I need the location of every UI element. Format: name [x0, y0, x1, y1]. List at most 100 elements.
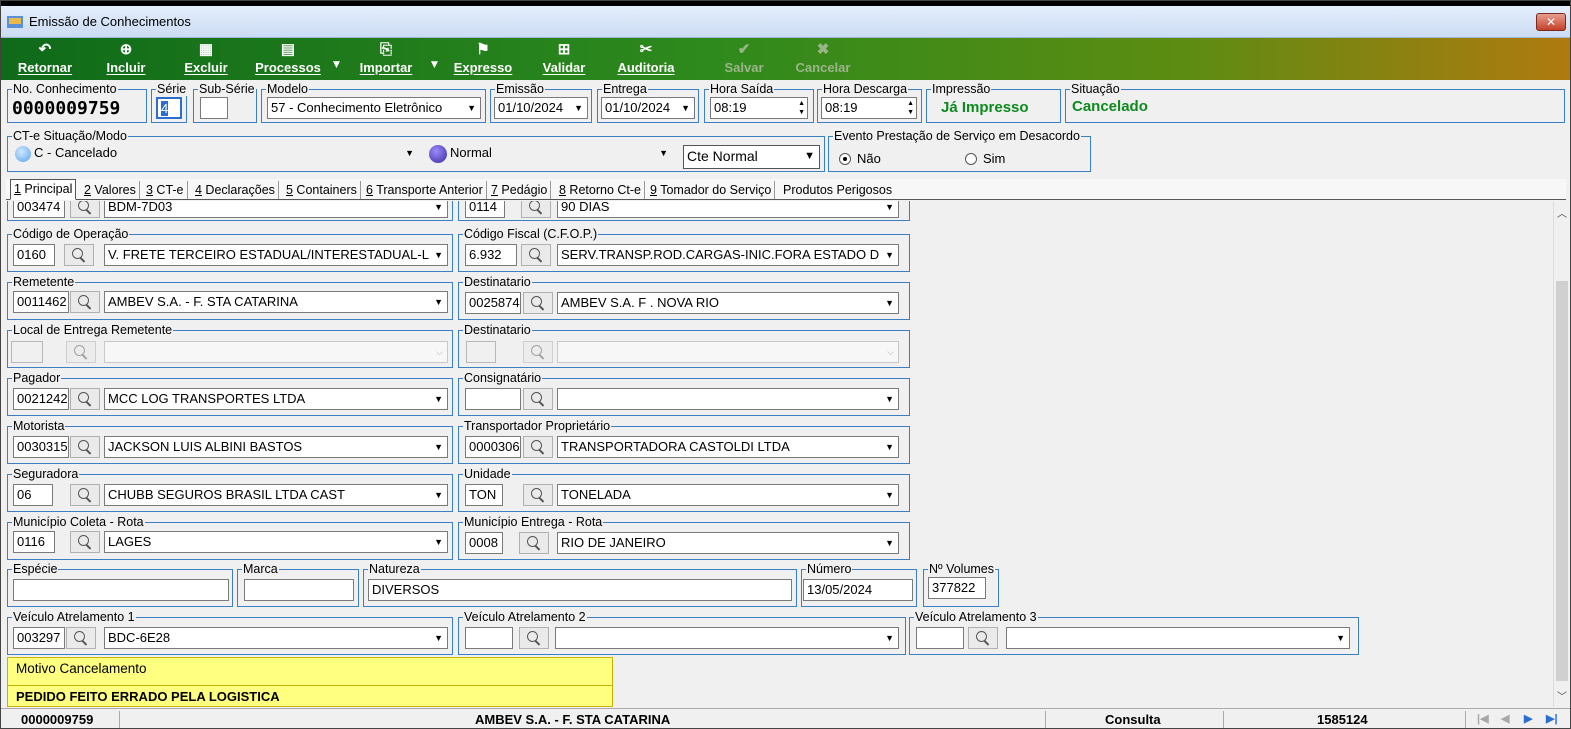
retornar-button[interactable]: ↶ Retornar	[13, 40, 77, 78]
consignatario-code[interactable]	[465, 388, 521, 410]
remetente-select[interactable]: AMBEV S.A. - F. STA CATARINA ▼	[104, 291, 448, 313]
cte-situacao-select[interactable]: C - Cancelado ▼	[12, 143, 418, 165]
lookup-button[interactable]	[66, 627, 96, 649]
destinatario-code[interactable]: 0025874	[465, 292, 521, 314]
lookup-button[interactable]	[70, 291, 100, 313]
lookup-button[interactable]	[519, 532, 549, 554]
spinner-icon[interactable]: ▲ ▼	[798, 99, 805, 117]
scrollbar-thumb[interactable]	[1556, 281, 1568, 681]
pagador-code[interactable]: 0021242	[13, 388, 69, 410]
municipio-coleta-code[interactable]: 0116	[13, 531, 55, 553]
serie-input[interactable]: 4	[156, 97, 182, 119]
codigo-operacao-code[interactable]: 0160	[13, 244, 55, 266]
auditoria-button[interactable]: ✂ Auditoria	[613, 40, 679, 78]
codigo-fiscal-select[interactable]: SERV.TRANSP.ROD.CARGAS-INIC.FORA ESTADO …	[557, 244, 899, 266]
hora-saida-input[interactable]: 08:19 ▲ ▼	[710, 97, 808, 119]
lookup-button[interactable]	[70, 201, 100, 218]
lookup-button[interactable]	[70, 484, 100, 506]
tab-principal[interactable]: 1 Principal	[10, 179, 77, 200]
veiculo1-code[interactable]: 003297	[13, 627, 65, 649]
lookup-button[interactable]	[70, 531, 100, 553]
marca-input[interactable]	[244, 579, 354, 601]
municipio-entrega-select[interactable]: RIO DE JANEIRO ▼	[557, 532, 899, 554]
lookup-button[interactable]	[523, 388, 553, 410]
vertical-scrollbar[interactable]: ︿ ﹀	[1553, 201, 1570, 707]
lookup-button[interactable]	[64, 244, 94, 266]
tab-pedagio[interactable]: 7 Pedágio	[488, 181, 552, 199]
veiculo3-code[interactable]	[916, 627, 964, 649]
veiculo3-select[interactable]: ▼	[1006, 627, 1350, 649]
last-record-icon[interactable]: ▶|	[1546, 712, 1558, 725]
importar-dropdown-icon[interactable]: ▼	[431, 60, 438, 70]
municipio-coleta-select[interactable]: LAGES ▼	[104, 531, 448, 553]
destinatario2-select[interactable]: ⌵	[557, 341, 899, 363]
tab-tomador[interactable]: 9 Tomador do Serviço	[647, 181, 776, 199]
cancelar-button[interactable]: ✖ Cancelar	[791, 40, 855, 78]
spinner-icon[interactable]: ▲ ▼	[907, 99, 914, 117]
lookup-button[interactable]	[521, 201, 551, 218]
previous-record-icon[interactable]: ◀	[1501, 712, 1509, 725]
first-record-icon[interactable]: |◀	[1477, 712, 1489, 725]
destinatario2-code[interactable]	[466, 341, 496, 363]
incluir-button[interactable]: ⊕ Incluir	[101, 40, 151, 78]
veiculo2-select[interactable]: ▼	[555, 627, 899, 649]
tab-valores[interactable]: 2 Valores	[81, 181, 140, 199]
top-partial-left-code[interactable]: 003474	[13, 201, 65, 218]
local-entrega-select[interactable]: ⌵	[104, 341, 448, 363]
cte-modo-select[interactable]: Normal ▼	[426, 143, 672, 165]
seguradora-select[interactable]: CHUBB SEGUROS BRASIL LTDA CAST ▼	[104, 484, 448, 506]
evento-nao-radio[interactable]	[839, 153, 851, 165]
hora-descarga-input[interactable]: 08:19 ▲ ▼	[821, 97, 917, 119]
validar-button[interactable]: ⊞ Validar	[539, 40, 589, 78]
lookup-button[interactable]	[70, 436, 100, 458]
veiculo1-select[interactable]: BDC-6E28 ▼	[104, 627, 448, 649]
local-entrega-code[interactable]	[11, 341, 43, 363]
remetente-code[interactable]: 0011462	[13, 291, 69, 313]
lookup-button[interactable]	[968, 627, 998, 649]
lookup-button[interactable]	[523, 341, 553, 363]
codigo-fiscal-code[interactable]: 6.932	[465, 244, 517, 266]
pagador-select[interactable]: MCC LOG TRANSPORTES LTDA ▼	[104, 388, 448, 410]
municipio-entrega-code[interactable]: 0008	[465, 532, 503, 554]
numero-input[interactable]: 13/05/2024	[803, 579, 913, 601]
expresso-button[interactable]: ⚑ Expresso	[451, 40, 515, 78]
seguradora-code[interactable]: 06	[13, 484, 53, 506]
tab-cte[interactable]: 3 CT-e	[143, 181, 188, 199]
top-partial-right-select[interactable]: 90 DIAS ▼	[557, 201, 899, 218]
chevron-down-icon[interactable]: ﹀	[1557, 688, 1567, 703]
cte-tipo-select[interactable]: Cte Normal ▼	[683, 145, 820, 169]
top-partial-left-select[interactable]: BDM-7D03 ▼	[104, 201, 448, 218]
lookup-button[interactable]	[521, 244, 551, 266]
lookup-button[interactable]	[70, 388, 100, 410]
processos-button[interactable]: ▤ Processos	[253, 40, 323, 78]
lookup-button[interactable]	[523, 292, 553, 314]
lookup-button[interactable]	[66, 341, 96, 363]
salvar-button[interactable]: ✔ Salvar	[717, 40, 771, 78]
motorista-code[interactable]: 0030315	[13, 436, 69, 458]
entrega-date-picker[interactable]: 01/10/2024 ▼	[601, 97, 695, 119]
excluir-button[interactable]: ▦ Excluir	[181, 40, 231, 78]
processos-dropdown-icon[interactable]: ▼	[333, 60, 340, 70]
lookup-button[interactable]	[523, 484, 553, 506]
chevron-up-icon[interactable]: ︿	[1557, 205, 1567, 220]
unidade-code[interactable]: TON	[465, 484, 503, 506]
next-record-icon[interactable]: ▶	[1524, 712, 1532, 725]
destinatario-select[interactable]: AMBEV S.A. F . NOVA RIO ▼	[557, 292, 899, 314]
tab-declaracoes[interactable]: 4 Declarações	[192, 181, 279, 199]
modelo-select[interactable]: 57 - Conhecimento Eletrônico ▼	[267, 97, 481, 119]
sub-serie-input[interactable]	[200, 97, 228, 119]
codigo-operacao-select[interactable]: V. FRETE TERCEIRO ESTADUAL/INTERESTADUAL…	[104, 244, 448, 266]
emissao-date-picker[interactable]: 01/10/2024 ▼	[494, 97, 588, 119]
evento-sim-radio[interactable]	[965, 153, 977, 165]
lookup-button[interactable]	[519, 627, 549, 649]
tab-produtos-perigosos[interactable]: Produtos Perigosos	[780, 181, 895, 199]
importar-button[interactable]: ⎘ Importar	[353, 40, 419, 78]
tab-containers[interactable]: 5 Containers	[283, 181, 361, 199]
especie-input[interactable]	[13, 579, 229, 601]
top-partial-right-code[interactable]: 0114	[465, 201, 505, 218]
motorista-select[interactable]: JACKSON LUIS ALBINI BASTOS ▼	[104, 436, 448, 458]
natureza-input[interactable]: DIVERSOS	[368, 579, 792, 601]
transportador-select[interactable]: TRANSPORTADORA CASTOLDI LTDA ▼	[557, 436, 899, 458]
lookup-button[interactable]	[523, 436, 553, 458]
transportador-code[interactable]: 0000306	[465, 436, 521, 458]
